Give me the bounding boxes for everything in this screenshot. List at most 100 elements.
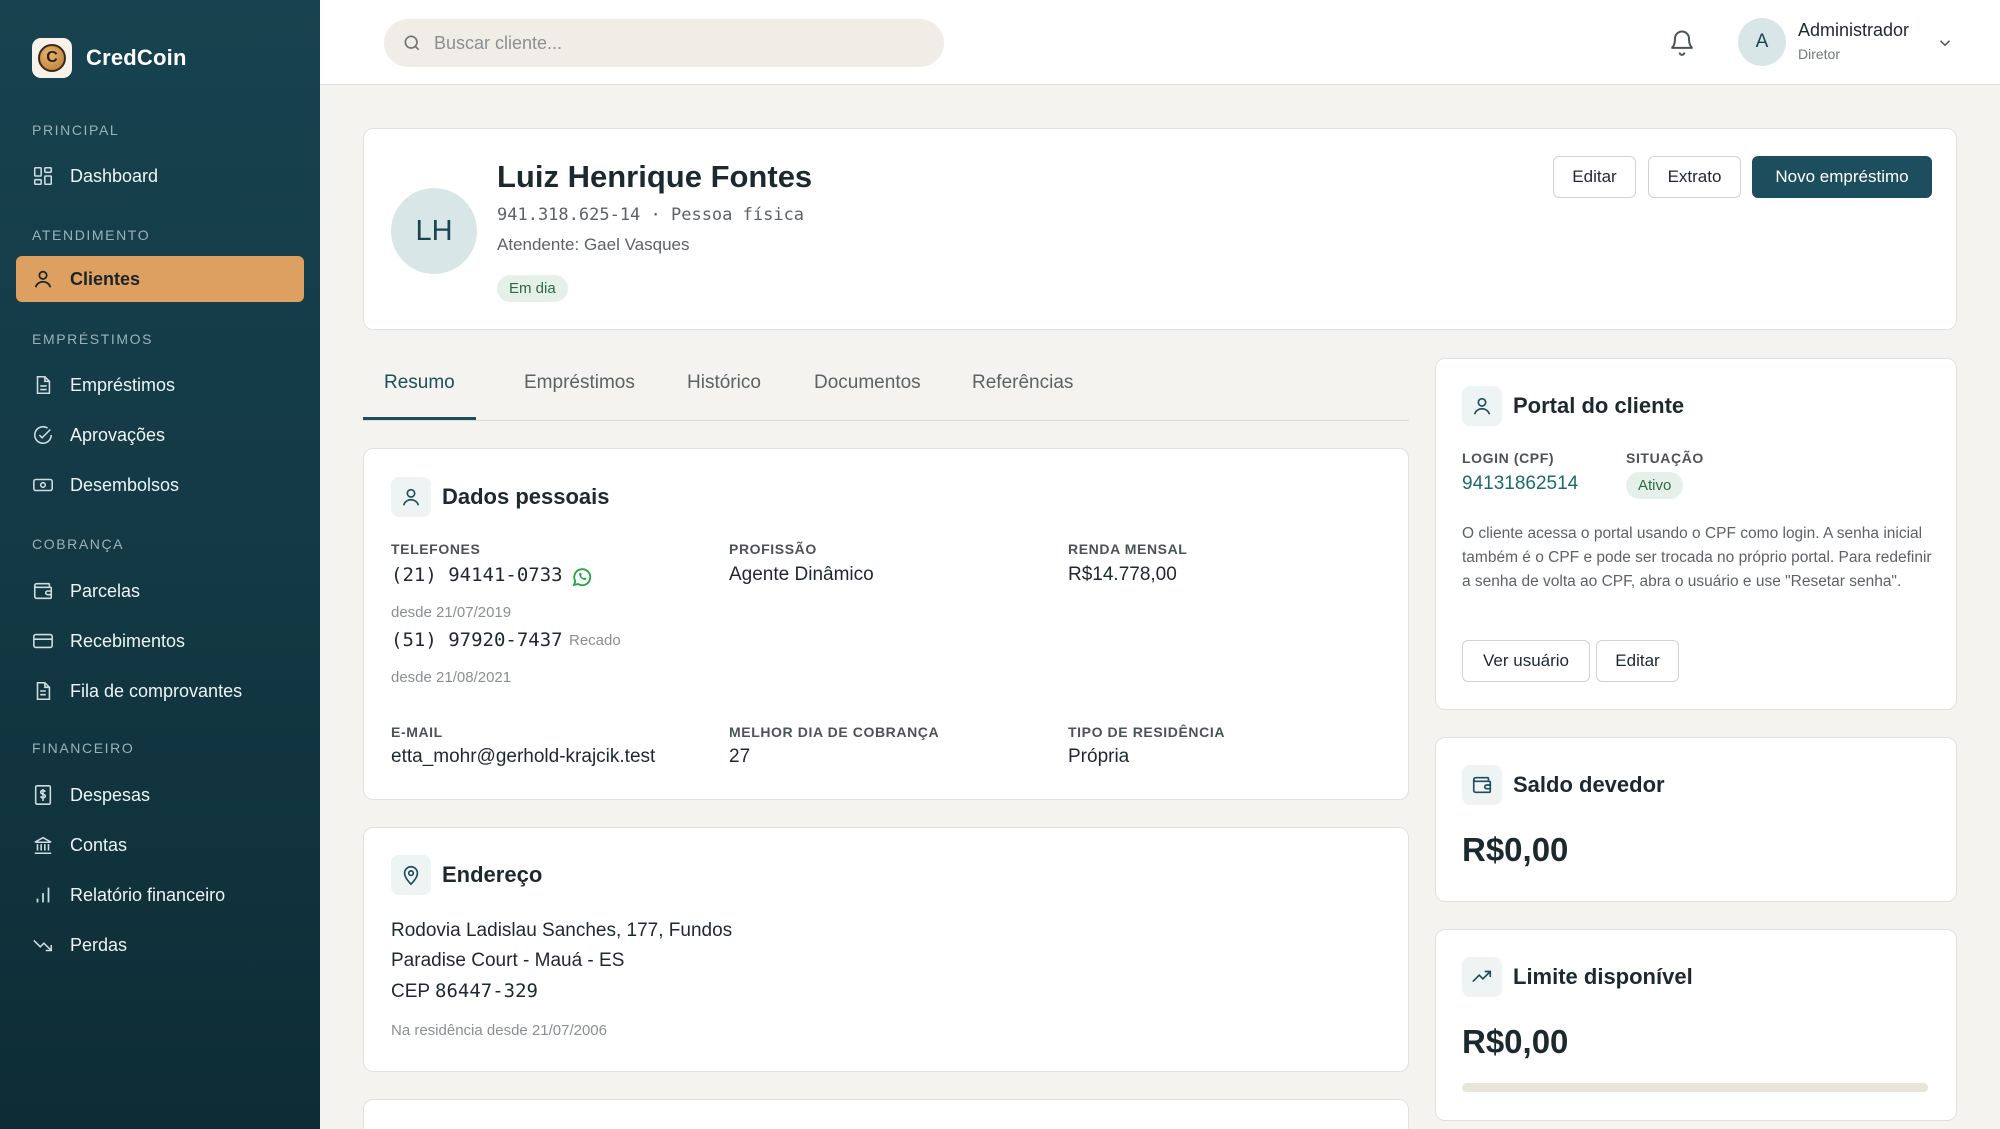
document-icon [36, 375, 51, 395]
section-title: Saldo devedor [1513, 772, 1665, 797]
tab-documentos[interactable]: Documentos [793, 372, 942, 420]
sidebar-item-dashboard[interactable]: Dashboard [16, 153, 304, 199]
nav-heading: ATENDIMENTO [32, 227, 151, 243]
coin-logo-icon: C [38, 44, 66, 72]
sidebar-item-despesas[interactable]: Despesas [16, 772, 304, 818]
bar-chart-icon [36, 887, 50, 903]
sidebar-item-aprovacoes[interactable]: Aprovações [16, 412, 304, 458]
phone-number: (51) 97920-7437 [391, 629, 563, 651]
balance-card: Saldo devedor R$0,00 [1435, 737, 1957, 902]
credit-card-icon [33, 633, 53, 649]
section-icon [1462, 386, 1502, 426]
profession-value: Agente Dinâmico [729, 564, 874, 585]
client-document: 941.318.625-14 · Pessoa física [497, 205, 805, 225]
sidebar-item-label: Perdas [70, 934, 128, 955]
bell-icon[interactable] [1668, 28, 1696, 56]
login-value[interactable]: 94131862514 [1462, 473, 1578, 495]
client-agent: Atendente: Gael Vasques [497, 235, 690, 254]
address-cep: CEP 86447-329 [391, 980, 538, 1003]
client-avatar: LH [391, 188, 477, 274]
user-avatar[interactable]: A [1738, 18, 1786, 66]
trending-down-icon [33, 939, 53, 952]
sidebar-item-label: Contas [70, 834, 128, 855]
income-value: R$14.778,00 [1068, 564, 1177, 585]
email-label: E-MAIL [391, 724, 443, 740]
portal-status-badge: Ativo [1626, 472, 1684, 499]
next-card [363, 1099, 1409, 1129]
nav-section-atendimento: ATENDIMENTO Clientes [0, 225, 320, 302]
statement-button[interactable]: Extrato [1648, 156, 1741, 198]
tab-historico[interactable]: Histórico [666, 372, 782, 420]
address-since: Na residência desde 21/07/2006 [391, 1022, 607, 1039]
brand-logo: C [32, 38, 72, 78]
nav-heading: EMPRÉSTIMOS [32, 331, 154, 347]
section-title: Endereço [442, 862, 543, 887]
section-title: Limite disponível [1513, 964, 1693, 989]
billing-day-value: 27 [729, 746, 751, 767]
client-portal-card: Portal do cliente LOGIN (CPF) 9413186251… [1435, 358, 1957, 710]
map-pin-icon [403, 865, 419, 886]
wallet-icon [33, 582, 53, 600]
phone-since: desde 21/07/2019 [391, 604, 512, 621]
cep-label: CEP [391, 981, 430, 1002]
user-icon [1473, 397, 1491, 415]
nav-heading: COBRANÇA [32, 536, 125, 552]
sidebar-item-relatorio-financeiro[interactable]: Relatório financeiro [16, 872, 304, 918]
wallet-icon [1472, 776, 1492, 794]
billing-day-label: MELHOR DIA DE COBRANÇA [729, 724, 940, 740]
search-box[interactable] [384, 19, 944, 67]
edit-client-button[interactable]: Editar [1553, 156, 1636, 198]
check-circle-icon [33, 425, 53, 444]
search-input[interactable] [434, 32, 914, 54]
phone-since: desde 21/08/2021 [391, 669, 512, 686]
client-header-card: LH Luiz Henrique Fontes 941.318.625-14 ·… [363, 128, 1957, 330]
sidebar-item-desembolsos[interactable]: Desembolsos [16, 462, 304, 508]
brand[interactable]: C CredCoin [32, 38, 187, 78]
bank-icon [34, 836, 52, 855]
dashboard-icon [33, 166, 53, 186]
address-line-1: Rodovia Ladislau Sanches, 177, Fundos [391, 920, 733, 941]
user-name[interactable]: Administrador [1798, 20, 1909, 41]
limit-amount: R$0,00 [1462, 1023, 1569, 1060]
sidebar-item-label: Clientes [70, 268, 141, 289]
limit-card: Limite disponível R$0,00 [1435, 929, 1957, 1121]
profession-label: PROFISSÃO [729, 541, 817, 557]
address-card: Endereço Rodovia Ladislau Sanches, 177, … [363, 827, 1409, 1072]
sidebar-item-clientes[interactable]: Clientes [16, 256, 304, 302]
view-user-button[interactable]: Ver usuário [1462, 640, 1590, 682]
section-icon [1462, 957, 1502, 997]
sidebar-item-recebimentos[interactable]: Recebimentos [16, 618, 304, 664]
tab-referencias[interactable]: Referências [951, 372, 1094, 420]
chevron-down-icon[interactable] [1936, 34, 1954, 52]
client-tabs: Resumo Empréstimos Histórico Documentos … [363, 360, 1409, 421]
search-icon [404, 35, 420, 51]
sidebar-item-fila-comprovantes[interactable]: Fila de comprovantes [16, 668, 304, 714]
receipt-icon [36, 681, 51, 701]
sidebar-item-contas[interactable]: Contas [16, 822, 304, 868]
brand-name: CredCoin [86, 45, 187, 70]
tab-emprestimos[interactable]: Empréstimos [503, 372, 656, 420]
banknote-icon [33, 478, 53, 492]
portal-status-label: SITUAÇÃO [1626, 450, 1704, 466]
residence-label: TIPO DE RESIDÊNCIA [1068, 724, 1226, 740]
sidebar-item-label: Fila de comprovantes [70, 680, 243, 701]
whatsapp-icon[interactable] [570, 565, 594, 589]
sidebar-item-label: Dashboard [70, 165, 159, 186]
residence-value: Própria [1068, 746, 1130, 767]
personal-data-card: Dados pessoais TELEFONES (21) 94141-0733… [363, 448, 1409, 800]
email-value: etta_mohr@gerhold-krajcik.test [391, 746, 656, 767]
login-label: LOGIN (CPF) [1462, 450, 1555, 466]
phones-label: TELEFONES [391, 541, 481, 557]
edit-portal-button[interactable]: Editar [1596, 640, 1679, 682]
sidebar-item-label: Parcelas [70, 580, 141, 601]
tab-resumo[interactable]: Resumo [363, 372, 476, 420]
sidebar-item-parcelas[interactable]: Parcelas [16, 568, 304, 614]
section-title: Portal do cliente [1513, 393, 1685, 418]
cep-value: 86447-329 [435, 980, 538, 1002]
sidebar-item-emprestimos[interactable]: Empréstimos [16, 362, 304, 408]
user-icon [402, 488, 420, 506]
new-loan-button[interactable]: Novo empréstimo [1752, 156, 1932, 198]
dollar-receipt-icon [34, 785, 52, 805]
nav-heading: PRINCIPAL [32, 122, 120, 138]
sidebar-item-perdas[interactable]: Perdas [16, 922, 304, 968]
